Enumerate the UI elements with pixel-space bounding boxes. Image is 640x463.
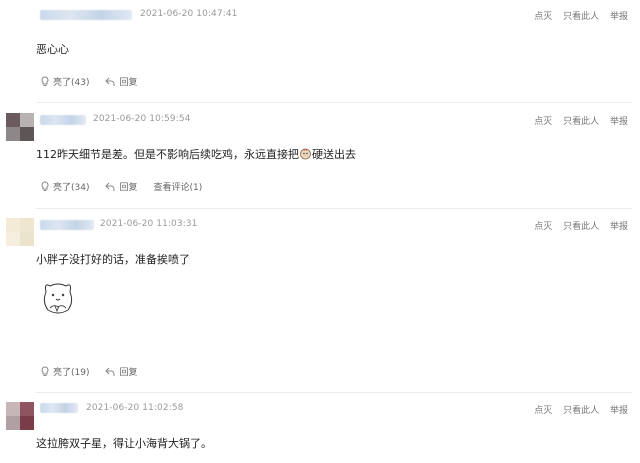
comment-time: 2021-06-20 10:59:54 [93,114,191,124]
reply-label: 回复 [119,78,138,88]
like-label: 亮了(43) [53,78,90,88]
light-off-button[interactable]: 点灭 [534,117,552,127]
chicken-emoji-icon [300,148,311,160]
comment-footer: 亮了(34) 回复 查看评论(1) [40,180,218,193]
comment-text-before: 112昨天细节是差。但是不影响后续吃鸡，永远直接把 [36,148,299,161]
comment-time: 2021-06-20 11:03:31 [100,219,198,229]
like-button[interactable]: 亮了(34) [40,180,89,193]
light-off-button[interactable]: 点灭 [534,12,552,22]
comment-actions: 点灭 只看此人 举报 [526,403,628,416]
report-button[interactable]: 举报 [610,12,628,22]
like-label: 亮了(34) [53,183,90,193]
like-button[interactable]: 亮了(43) [40,75,89,88]
like-label: 亮了(19) [53,368,90,378]
view-replies-label: 查看评论(1) [153,183,203,193]
divider [36,208,632,209]
lightbulb-icon [41,366,49,376]
username[interactable] [40,220,94,230]
light-off-button[interactable]: 点灭 [534,222,552,232]
comment-text: 恶心心 [36,43,69,56]
username[interactable] [40,403,78,413]
reply-label: 回复 [119,368,138,378]
light-off-button[interactable]: 点灭 [534,406,552,416]
comment-text: 112昨天细节是差。但是不影响后续吃鸡，永远直接把 硬送出去 [36,146,356,162]
lightbulb-icon [41,181,49,191]
comment-text-after: 硬送出去 [312,148,356,161]
report-button[interactable]: 举报 [610,117,628,127]
only-this-user-button[interactable]: 只看此人 [563,12,599,22]
username[interactable] [40,115,86,125]
cat-sticker-image [43,283,73,314]
like-button[interactable]: 亮了(19) [40,365,89,378]
report-button[interactable]: 举报 [610,406,628,416]
avatar[interactable] [6,402,34,430]
comment-time: 2021-06-20 11:02:58 [86,403,184,413]
comment-text: 小胖子没打好的话，准备挨喷了 [36,253,190,266]
username[interactable] [40,10,132,20]
comment-actions: 点灭 只看此人 举报 [526,219,628,232]
reply-label: 回复 [119,183,138,193]
lightbulb-icon [41,76,49,86]
comment-actions: 点灭 只看此人 举报 [526,9,628,22]
only-this-user-button[interactable]: 只看此人 [563,117,599,127]
reply-icon [105,182,115,191]
view-replies-button[interactable]: 查看评论(1) [154,180,203,193]
reply-icon [105,77,115,86]
comment-time: 2021-06-20 10:47:41 [140,9,238,19]
avatar[interactable] [6,113,34,141]
reply-button[interactable]: 回复 [105,180,138,193]
reply-button[interactable]: 回复 [105,365,138,378]
avatar[interactable] [6,218,34,246]
comment-actions: 点灭 只看此人 举报 [526,114,628,127]
divider [36,392,632,393]
comment-footer: 亮了(19) 回复 [40,365,154,378]
comment-text: 这拉胯双子星，得让小海背大锅了。 [36,437,212,450]
report-button[interactable]: 举报 [610,222,628,232]
comment-footer: 亮了(43) 回复 [40,75,154,88]
reply-button[interactable]: 回复 [105,75,138,88]
only-this-user-button[interactable]: 只看此人 [563,406,599,416]
only-this-user-button[interactable]: 只看此人 [563,222,599,232]
reply-icon [105,367,115,376]
divider [36,102,632,103]
